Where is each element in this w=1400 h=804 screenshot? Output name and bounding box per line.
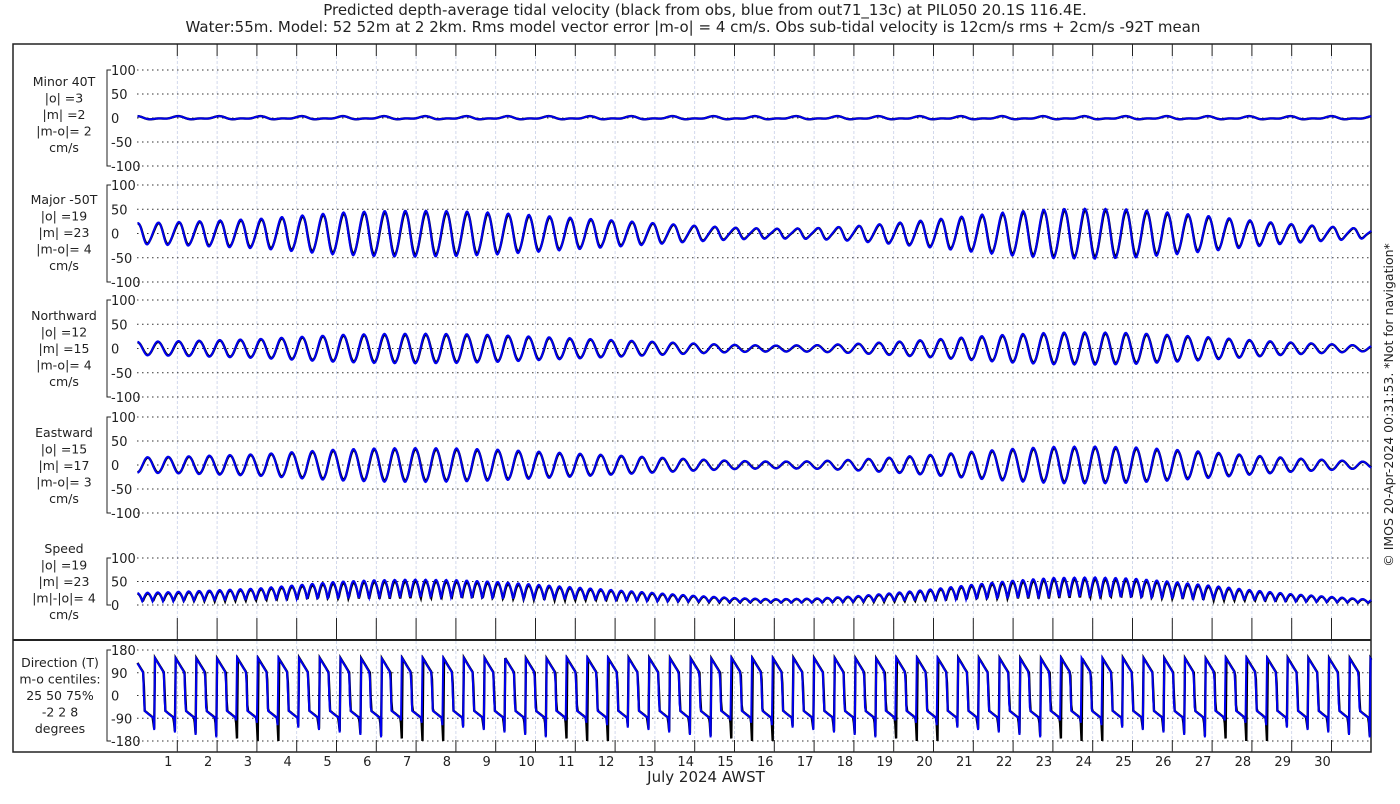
- plot-frame: [12, 43, 1372, 753]
- x-tick-label: 9: [483, 755, 491, 770]
- x-tick-label: 8: [443, 755, 451, 770]
- copyright-notice: © IMOS 20-Apr-2024 00:31:53. *Not for na…: [1381, 243, 1396, 567]
- panel-label: Major -50T: [31, 192, 98, 207]
- y-tick-label: -100: [111, 160, 141, 175]
- panel-label: -2 2 8: [42, 705, 78, 720]
- panel-label: |m|-|o|= 4: [32, 591, 96, 606]
- x-tick-label: 28: [1235, 755, 1252, 770]
- y-tick-label: 90: [111, 667, 128, 682]
- panel-label: |o| =19: [41, 558, 87, 573]
- y-tick-label: 100: [111, 179, 136, 194]
- y-tick-label: -50: [111, 367, 132, 382]
- y-tick-label: 0: [111, 343, 119, 358]
- panel-label: 25 50 75%: [26, 688, 94, 703]
- panel-label: |m-o|= 2: [36, 124, 91, 139]
- y-tick-label: 100: [111, 64, 136, 79]
- panel-label: Speed: [44, 541, 83, 556]
- panel-label: Minor 40T: [33, 74, 96, 89]
- panel-label: cm/s: [49, 374, 79, 389]
- y-tick-label: 100: [111, 294, 136, 309]
- y-tick-label: 180: [111, 644, 136, 659]
- x-tick-label: 4: [284, 755, 292, 770]
- panel-label: Eastward: [35, 425, 93, 440]
- x-tick-label: 26: [1155, 755, 1172, 770]
- y-tick-label: 50: [111, 318, 128, 333]
- panel-speed: 100 50 0 Speed |o| =19|m| =23 |m|-|o|= 4cm/s: [32, 541, 1372, 622]
- panel-label: |o| =19: [41, 209, 87, 224]
- panel-label: |m| =2: [43, 107, 86, 122]
- panel-label: |m| =17: [39, 458, 90, 473]
- y-tick-label: 50: [111, 435, 128, 450]
- x-tick-label: 27: [1195, 755, 1212, 770]
- panel-direction: 180 90 0 -90 -180 Direction (T) m-o centiles:2…: [19, 644, 1373, 750]
- panel-label: |m| =23: [39, 574, 90, 589]
- y-tick-label: -180: [111, 735, 141, 750]
- panel-label: |m-o|= 4: [36, 242, 91, 257]
- panel-label: cm/s: [49, 258, 79, 273]
- panel-label: cm/s: [49, 607, 79, 622]
- panel-east: 100 50 0 -50 -100 Eastward |o| =15|m| =17 |m-o|…: [35, 411, 1372, 522]
- x-tick-label: 21: [956, 755, 973, 770]
- y-tick-label: -50: [111, 252, 132, 267]
- y-tick-label: 0: [111, 459, 119, 474]
- x-tick-label: 22: [996, 755, 1013, 770]
- y-tick-label: 50: [111, 576, 128, 591]
- y-tick-label: -50: [111, 483, 132, 498]
- tidal-velocity-chart: Predicted depth-average tidal velocity (…: [12, 1, 1396, 786]
- panel-label: m-o centiles:: [19, 672, 100, 687]
- x-tick-label: 23: [1036, 755, 1053, 770]
- x-tick-label: 1: [164, 755, 172, 770]
- panel-label: |o| =15: [41, 442, 87, 457]
- x-axis-label: July 2024 AWST: [646, 768, 765, 786]
- x-tick-label: 11: [558, 755, 575, 770]
- panel-label: cm/s: [49, 140, 79, 155]
- y-tick-label: 0: [111, 228, 119, 243]
- panel-label: |o| =3: [45, 91, 83, 106]
- x-tick-label: 24: [1075, 755, 1092, 770]
- y-tick-label: 50: [111, 203, 128, 218]
- x-tick-label: 12: [598, 755, 615, 770]
- model-series-direction: [136, 654, 1373, 738]
- x-tick-label: 18: [837, 755, 854, 770]
- x-tick-label: 2: [204, 755, 212, 770]
- x-tick-label: 25: [1115, 755, 1132, 770]
- y-tick-label: 100: [111, 411, 136, 426]
- y-tick-label: 100: [111, 552, 136, 567]
- y-tick-label: -50: [111, 136, 132, 151]
- y-tick-label: 50: [111, 88, 128, 103]
- panel-label: Northward: [31, 308, 97, 323]
- panel-label: cm/s: [49, 491, 79, 506]
- panel-label: |m| =23: [39, 225, 90, 240]
- panel-minor: 100 50 0 -50 -100 Minor 40T |o| =3|m| =2 |m-o|=…: [33, 64, 1372, 175]
- panel-label: degrees: [35, 721, 85, 736]
- y-tick-label: -90: [111, 712, 132, 727]
- y-tick-label: 0: [111, 599, 119, 614]
- x-tick-label: 10: [518, 755, 535, 770]
- panel-label: |o| =12: [41, 325, 87, 340]
- x-tick-label: 19: [876, 755, 893, 770]
- x-tick-label: 7: [403, 755, 411, 770]
- x-tick-label: 6: [363, 755, 371, 770]
- x-tick-label: 5: [323, 755, 331, 770]
- x-tick-label: 29: [1274, 755, 1291, 770]
- y-tick-label: -100: [111, 276, 141, 291]
- y-tick-label: -100: [111, 391, 141, 406]
- chart-title-line-2: Water:55m. Model: 52 52m at 2 2km. Rms m…: [186, 18, 1201, 36]
- x-tick-label: 20: [916, 755, 933, 770]
- panel-label: |m-o|= 4: [36, 358, 91, 373]
- x-tick-label: 30: [1314, 755, 1331, 770]
- y-tick-label: 0: [111, 690, 119, 705]
- y-tick-label: -100: [111, 507, 141, 522]
- y-tick-label: 0: [111, 112, 119, 127]
- model-series-minor: [137, 115, 1372, 121]
- obs-series-direction: [136, 653, 1373, 742]
- panel-label: |m-o|= 3: [36, 475, 91, 490]
- x-tick-label: 3: [244, 755, 252, 770]
- panel-major: 100 50 0 -50 -100 Major -50T |o| =19|m| =23 |m-…: [31, 179, 1373, 291]
- panel-label: |m| =15: [39, 341, 90, 356]
- panel-label: Direction (T): [21, 655, 99, 670]
- panel-north: 100 50 0 -50 -100 Northward |o| =12|m| =15 |m-o…: [31, 294, 1372, 406]
- x-tick-label: 17: [797, 755, 814, 770]
